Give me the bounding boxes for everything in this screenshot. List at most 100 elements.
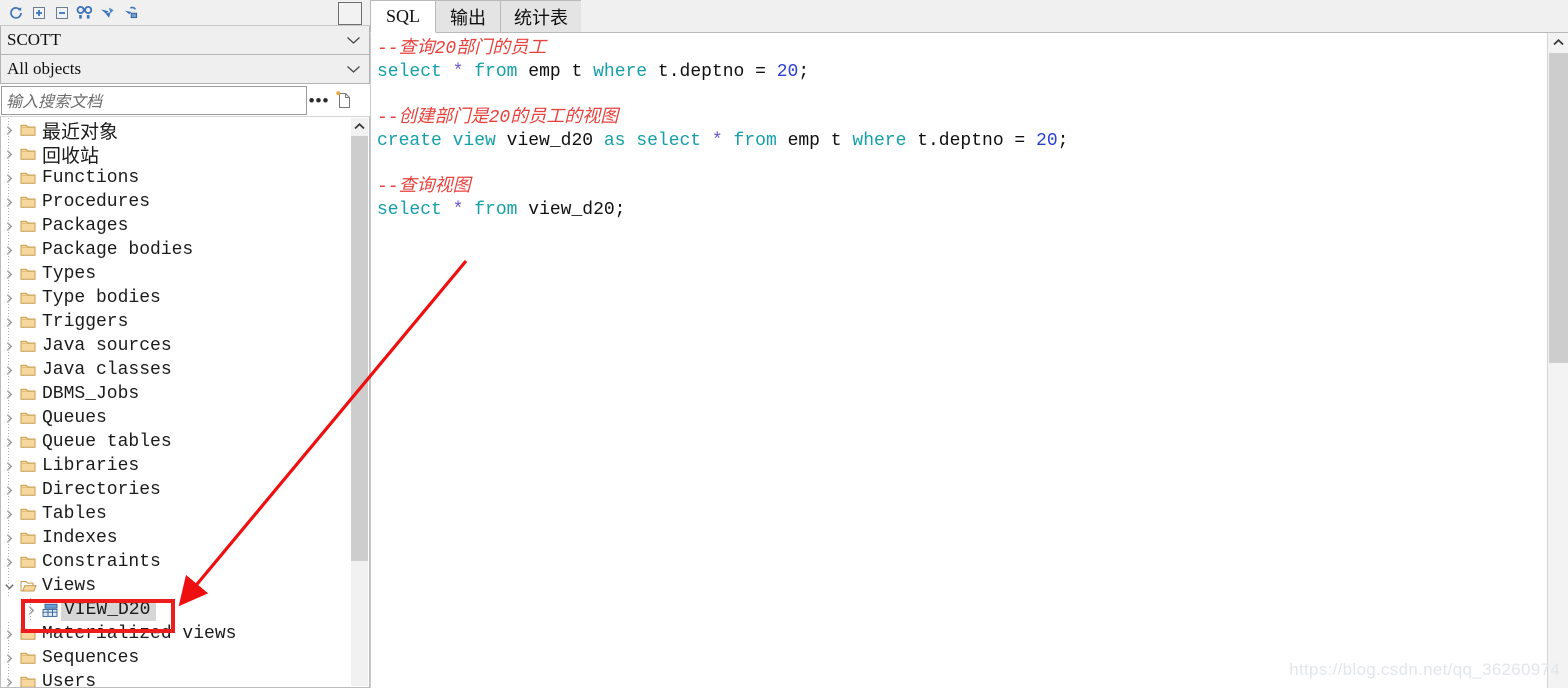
tree-item-tables[interactable]: Tables <box>1 502 341 526</box>
chevron-right-icon[interactable] <box>1 461 17 472</box>
chevron-right-icon[interactable] <box>1 341 17 352</box>
chevron-right-icon[interactable] <box>1 629 17 640</box>
tree-item-type-bodies[interactable]: Type bodies <box>1 286 341 310</box>
tree-item-views[interactable]: Views <box>1 574 341 598</box>
tab-statistics[interactable]: 统计表 <box>500 0 582 32</box>
chevron-right-icon[interactable] <box>1 437 17 448</box>
more-options-button[interactable]: ••• <box>307 92 331 109</box>
chevron-up-icon[interactable] <box>1548 33 1568 52</box>
code-line: create view view_d20 as select * from em… <box>377 130 1548 153</box>
collapse-all-icon[interactable] <box>50 2 73 24</box>
find-icon[interactable] <box>73 2 96 24</box>
chevron-right-icon[interactable] <box>1 365 17 376</box>
tree-item-queue-tables[interactable]: Queue tables <box>1 430 341 454</box>
code-token-kw: from <box>474 200 518 220</box>
code-token-kw: select <box>636 131 702 151</box>
tree-item-directories[interactable]: Directories <box>1 478 341 502</box>
chevron-right-icon[interactable] <box>1 293 17 304</box>
tree-item-view-d20[interactable]: VIEW_D20 <box>1 598 341 622</box>
lock-icon[interactable] <box>119 2 142 24</box>
tree-item-triggers[interactable]: Triggers <box>1 310 341 334</box>
folder-icon <box>17 339 39 353</box>
tree-item-java-classes[interactable]: Java classes <box>1 358 341 382</box>
editor-scrollbar-thumb[interactable] <box>1549 53 1568 363</box>
code-token-num: 20 <box>1036 131 1058 151</box>
tree-item-java-sources[interactable]: Java sources <box>1 334 341 358</box>
schema-select[interactable]: SCOTT <box>0 26 370 55</box>
chevron-right-icon[interactable] <box>1 533 17 544</box>
tree-item-users[interactable]: Users <box>1 670 341 688</box>
tree-guide-line <box>8 286 9 310</box>
tree-scrollbar[interactable] <box>351 118 368 686</box>
tree-item-libraries[interactable]: Libraries <box>1 454 341 478</box>
code-token-punc <box>701 131 712 151</box>
refresh-icon[interactable] <box>4 2 27 24</box>
chevron-right-icon[interactable] <box>1 317 17 328</box>
tree-item-label: 回收站 <box>42 145 100 167</box>
chevron-right-icon[interactable] <box>1 125 17 136</box>
tree-scrollbar-thumb[interactable] <box>351 136 368 561</box>
chevron-right-icon[interactable] <box>1 677 17 688</box>
tree-item-packages[interactable]: Packages <box>1 214 341 238</box>
tree-item-label: Tables <box>42 504 107 524</box>
tree-item-types[interactable]: Types <box>1 262 341 286</box>
chevron-right-icon[interactable] <box>23 605 39 616</box>
tree-item-[interactable]: 回收站 <box>1 142 341 167</box>
tree-item-dbms-jobs[interactable]: DBMS_Jobs <box>1 382 341 406</box>
folder-icon <box>17 171 39 185</box>
tree-item-label: Package bodies <box>42 240 194 260</box>
chevron-right-icon[interactable] <box>1 485 17 496</box>
object-tree[interactable]: 最近对象 回收站 Functions Procedures Packages Packag… <box>0 116 370 688</box>
tree-item-package-bodies[interactable]: Package bodies <box>1 238 341 262</box>
tree-guide-line <box>8 646 9 670</box>
chevron-down-icon[interactable] <box>1 581 17 592</box>
tree-guide-line <box>8 478 9 502</box>
folder-icon <box>17 459 39 473</box>
sql-code-area[interactable]: --查询20部门的员工 select * from emp t where t.d… <box>370 33 1568 688</box>
tree-item-materialized-views[interactable]: Materialized views <box>1 622 341 646</box>
chevron-right-icon[interactable] <box>1 173 17 184</box>
expand-all-icon[interactable] <box>27 2 50 24</box>
tree-item-indexes[interactable]: Indexes <box>1 526 341 550</box>
code-token-kw: view <box>452 131 496 151</box>
chevron-up-icon[interactable] <box>351 118 368 135</box>
chevron-right-icon[interactable] <box>1 197 17 208</box>
chevron-right-icon[interactable] <box>1 413 17 424</box>
chevron-right-icon[interactable] <box>1 557 17 568</box>
tree-item-queues[interactable]: Queues <box>1 406 341 430</box>
panel-toggle-button[interactable] <box>338 2 362 25</box>
tree-item-functions[interactable]: Functions <box>1 166 341 190</box>
tree-guide-line <box>8 310 9 334</box>
tree-item-constraints[interactable]: Constraints <box>1 550 341 574</box>
object-filter-select[interactable]: All objects <box>0 55 370 84</box>
search-input-wrapper[interactable]: 输入搜索文档 <box>1 85 307 115</box>
chevron-right-icon[interactable] <box>1 221 17 232</box>
chevron-down-icon <box>346 59 361 79</box>
code-token-num: 20 <box>776 62 799 82</box>
tree-item-[interactable]: 最近对象 <box>1 118 341 143</box>
sql-code-text[interactable]: --查询20部门的员工 select * from emp t where t.d… <box>377 38 1548 222</box>
code-token-kw: where <box>852 131 907 151</box>
tab-sql[interactable]: SQL <box>370 0 436 33</box>
new-document-icon[interactable] <box>331 90 355 110</box>
tree-item-label: Queues <box>42 408 107 428</box>
tree-item-procedures[interactable]: Procedures <box>1 190 341 214</box>
chevron-right-icon[interactable] <box>1 269 17 280</box>
chevron-right-icon[interactable] <box>1 149 17 160</box>
folder-icon <box>17 195 39 209</box>
chevron-right-icon[interactable] <box>1 245 17 256</box>
tab-output[interactable]: 输出 <box>435 0 501 32</box>
code-token-punc <box>442 200 453 220</box>
chevron-right-icon[interactable] <box>1 389 17 400</box>
filter-icon[interactable] <box>96 2 119 24</box>
tab-label: 输出 <box>450 7 486 28</box>
tree-item-sequences[interactable]: Sequences <box>1 646 341 670</box>
chevron-right-icon[interactable] <box>1 653 17 664</box>
editor-scrollbar[interactable] <box>1547 33 1568 688</box>
code-token-id: emp t <box>517 62 594 82</box>
tree-guide-line <box>8 262 9 286</box>
code-token-punc: ; <box>798 62 810 82</box>
chevron-right-icon[interactable] <box>1 509 17 520</box>
folder-icon <box>17 555 39 569</box>
code-token-id: view_d20; <box>517 200 626 220</box>
